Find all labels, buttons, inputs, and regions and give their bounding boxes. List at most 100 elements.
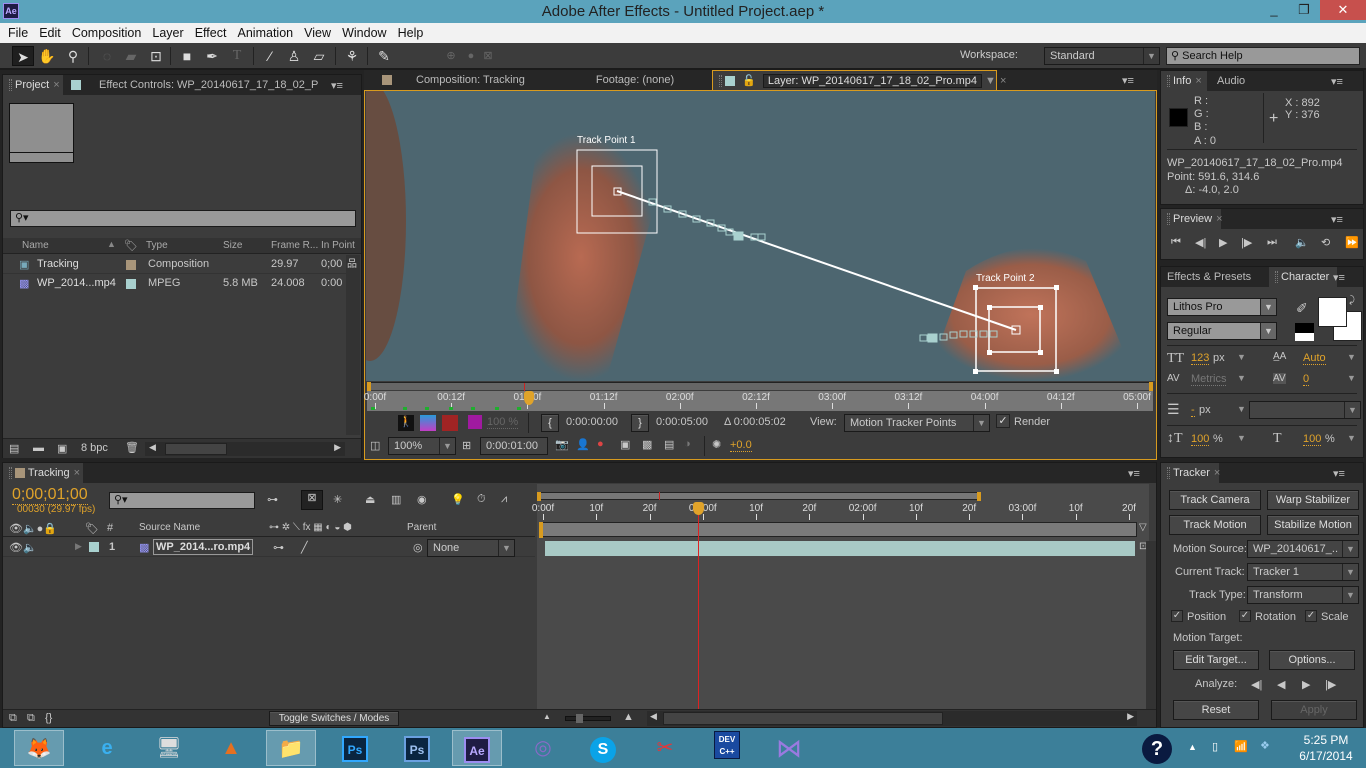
column-parent[interactable]: Parent xyxy=(407,522,436,533)
menu-layer[interactable]: Layer xyxy=(152,23,183,40)
layer-selector[interactable]: Layer: WP_20140617_17_18_02_Pro.mp4 xyxy=(762,74,982,88)
tab-effects-presets[interactable]: Effects & Presets xyxy=(1161,267,1267,287)
panel-menu-icon[interactable]: ▾≡ xyxy=(1331,213,1343,226)
timeline-graph-area[interactable]: 0:00f10f20f01:00f10f20f02:00f10f20f03:00… xyxy=(532,484,1149,716)
magnification-dropdown[interactable]: 100% ▼ xyxy=(388,437,456,455)
menu-help[interactable]: Help xyxy=(398,23,424,40)
zoom-out-icon[interactable]: ▲ xyxy=(543,712,551,721)
graph-editor-icon[interactable]: ⩘ xyxy=(501,493,507,506)
panel-menu-icon[interactable]: ▾≡ xyxy=(1333,271,1345,284)
frame-blending-icon[interactable]: ⏏ xyxy=(365,493,375,506)
tab-effect-controls[interactable]: Effect Controls: WP_20140617_17_18_02_P xyxy=(65,75,341,95)
tab-tracker[interactable]: Tracker × xyxy=(1161,463,1220,483)
workspace-dropdown[interactable]: Standard ▼ xyxy=(1044,47,1160,65)
previous-frame-icon[interactable]: ◀| xyxy=(1195,236,1206,249)
chevron-down-icon[interactable]: ▼ xyxy=(1347,433,1356,443)
draft-3d-icon[interactable]: ⊠ xyxy=(301,490,323,510)
axis-view-icon[interactable]: ⊠ xyxy=(477,46,499,66)
font-size-value[interactable]: 123 xyxy=(1191,352,1210,365)
clock-date[interactable]: 6/17/2014 xyxy=(1290,749,1362,763)
parent-pickwhip-icon[interactable]: ◎ xyxy=(413,541,423,554)
chevron-down-icon[interactable]: ▼ xyxy=(1237,433,1246,443)
onion-skin-icon[interactable] xyxy=(420,415,436,431)
current-time-field[interactable]: 0:00:01:00 xyxy=(480,437,548,455)
new-composition-icon[interactable]: ▣ xyxy=(57,442,67,455)
tab-character[interactable]: Character xyxy=(1269,267,1337,287)
in-point-time[interactable]: 0:00:00:00 xyxy=(566,416,618,428)
tracking-value[interactable]: 0 xyxy=(1303,373,1310,386)
expand-in-out-icon[interactable]: {} xyxy=(45,712,52,724)
tab-info[interactable]: Info × xyxy=(1161,71,1207,91)
expand-layer-icon[interactable]: ▶ xyxy=(75,541,82,552)
show-snapshot-icon[interactable]: 👤 xyxy=(576,438,590,451)
timeline-horizontal-scrollbar[interactable]: ◀ ▶ xyxy=(647,711,1137,726)
last-frame-icon[interactable]: ⏭ xyxy=(1267,236,1277,249)
play-icon[interactable]: ▶ xyxy=(1219,236,1227,249)
set-in-point-button[interactable]: { xyxy=(541,414,559,432)
snipping-tool-taskbar-icon[interactable]: ✂ xyxy=(640,730,690,766)
project-horizontal-scrollbar[interactable]: ◀ ▶ xyxy=(145,442,345,456)
visual-studio-taskbar-icon[interactable]: ⋈ xyxy=(764,730,814,766)
stopwatch-icon[interactable]: ⏱ xyxy=(477,493,486,506)
file-explorer-taskbar-icon[interactable]: 📁 xyxy=(266,730,316,766)
eraser-tool-icon[interactable]: ▱ xyxy=(308,46,330,66)
battery-icon[interactable]: ▯ xyxy=(1212,740,1218,753)
parent-dropdown[interactable]: None ▼ xyxy=(427,539,515,557)
photoshop-taskbar-icon[interactable]: Ps xyxy=(330,730,380,766)
time-navigator[interactable] xyxy=(539,492,979,500)
stroke-width-value[interactable]: - xyxy=(1191,404,1195,417)
interpret-footage-icon[interactable]: ▤ xyxy=(9,442,19,455)
reset-button[interactable]: Reset xyxy=(1173,700,1259,720)
auto-keyframe-icon[interactable]: 💡 xyxy=(451,493,465,506)
panel-menu-icon[interactable]: ▾≡ xyxy=(1122,74,1134,87)
current-timecode[interactable]: 0;00;01;00 xyxy=(12,486,88,505)
title-action-safe-icon[interactable]: ▣ xyxy=(620,438,630,451)
kerning-value[interactable]: Metrics xyxy=(1191,373,1227,386)
transparency-grid-icon[interactable]: ▩ xyxy=(642,438,652,451)
3d-view-icon[interactable]: ◑ xyxy=(684,438,691,450)
project-vertical-scrollbar[interactable]: 品 xyxy=(346,255,360,435)
horizontal-scale-value[interactable]: 100 xyxy=(1303,433,1322,446)
stroke-style-dropdown[interactable]: ▼ xyxy=(1249,401,1361,419)
expand-layer-switches-icon[interactable]: ⧉ xyxy=(9,712,17,725)
menu-window[interactable]: Window xyxy=(342,23,386,40)
alpha-overlay-icon[interactable] xyxy=(442,415,458,431)
always-preview-icon[interactable]: ◫ xyxy=(370,439,380,452)
fill-color-swatch[interactable] xyxy=(1318,297,1347,327)
rectangle-tool-icon[interactable]: ■ xyxy=(176,46,198,66)
audio-icon[interactable]: 🔈 xyxy=(1295,236,1309,249)
photoshop-2-taskbar-icon[interactable]: Ps xyxy=(392,730,442,766)
show-tracking-points-icon[interactable]: 🚶 xyxy=(398,415,414,431)
menu-view[interactable]: View xyxy=(304,23,331,40)
work-area-bar[interactable] xyxy=(539,522,1137,537)
column-type[interactable]: Type xyxy=(146,240,168,251)
project-item-row[interactable]: ▩ WP_2014...mp4 MPEG 5.8 MB 24.008 0:00 xyxy=(3,274,347,293)
show-hidden-icons[interactable]: ▲ xyxy=(1188,742,1197,752)
menu-file[interactable]: File xyxy=(8,23,28,40)
roto-brush-tool-icon[interactable]: ⚘ xyxy=(341,46,363,66)
snapshot-icon[interactable]: 📷 xyxy=(555,438,569,451)
white-swatch[interactable] xyxy=(1295,333,1314,341)
new-folder-icon[interactable]: ▬ xyxy=(33,442,44,454)
tab-timeline-tracking[interactable]: Tracking × xyxy=(3,463,83,483)
toggle-switches-modes-button[interactable]: Toggle Switches / Modes xyxy=(269,711,399,726)
menu-animation[interactable]: Animation xyxy=(238,23,294,40)
column-name[interactable]: Name xyxy=(22,240,49,251)
minimize-button[interactable]: _ xyxy=(1260,0,1288,20)
pixel-aspect-icon[interactable]: ▤ xyxy=(664,438,674,451)
chevron-down-icon[interactable]: ▼ xyxy=(1237,404,1246,414)
axis-local-icon[interactable]: ⊕ xyxy=(440,46,462,66)
stabilize-motion-button[interactable]: Stabilize Motion xyxy=(1267,515,1359,535)
motion-source-dropdown[interactable]: WP_20140617_.. ▼ xyxy=(1247,540,1359,558)
panel-menu-icon[interactable]: ▾≡ xyxy=(1331,75,1343,88)
timeline-ruler[interactable]: 0:00f10f20f01:00f10f20f02:00f10f20f03:00… xyxy=(532,502,1137,520)
scale-checkbox[interactable]: ✓ xyxy=(1305,610,1317,622)
first-frame-icon[interactable]: ⏮ xyxy=(1171,236,1181,249)
menu-effect[interactable]: Effect xyxy=(195,23,227,40)
warp-stabilizer-button[interactable]: Warp Stabilizer xyxy=(1267,490,1359,510)
zoom-in-icon[interactable]: ▲ xyxy=(623,711,634,723)
panel-menu-icon[interactable]: ▾≡ xyxy=(331,79,343,92)
hide-shy-layers-icon[interactable]: ✳ xyxy=(333,493,342,506)
tab-layer[interactable]: 🔓 Layer: WP_20140617_17_18_02_Pro.mp4 ▼ × xyxy=(712,70,1006,90)
region-of-interest-icon[interactable]: ⊞ xyxy=(462,439,471,452)
